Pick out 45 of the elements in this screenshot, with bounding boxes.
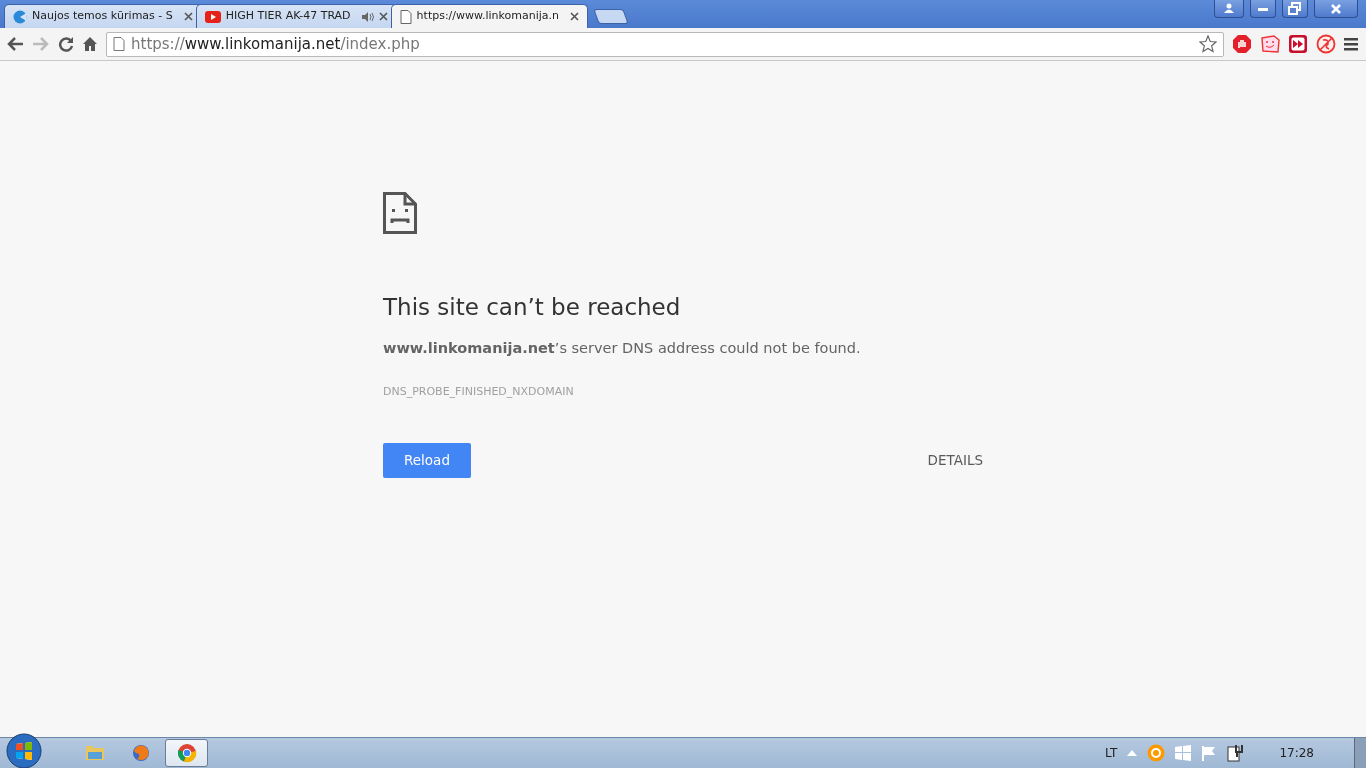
taskbar-button[interactable]	[165, 739, 208, 767]
close-icon[interactable]	[183, 12, 193, 21]
pacman-icon	[13, 9, 27, 24]
tab-title: Naujos temos kūrimas - S	[32, 8, 173, 25]
tab-title: HIGH TIER AK-47 TRAD	[225, 8, 351, 25]
tab-title: https://www.linkomanija.n	[416, 8, 560, 25]
fast-forward-icon[interactable]	[1288, 34, 1308, 54]
folder-icon	[84, 743, 105, 763]
start-button[interactable]	[6, 732, 42, 768]
address-bar[interactable]: https://www.linkomanija.net/index.php	[106, 31, 1224, 57]
close-button[interactable]	[1314, 0, 1358, 18]
account-icon	[1222, 2, 1236, 15]
fox-globe-icon	[130, 743, 151, 763]
restore-icon	[1288, 2, 1302, 15]
chrome-icon	[176, 743, 197, 763]
menu-icon[interactable]	[1344, 37, 1360, 51]
url-text: https://www.linkomanija.net/index.php	[131, 33, 420, 55]
new-tab-button[interactable]	[593, 9, 629, 24]
close-icon[interactable]	[378, 12, 388, 21]
account-button[interactable]	[1214, 0, 1244, 18]
error-code: DNS_PROBE_FINISHED_NXDOMAIN	[383, 384, 575, 401]
speaker-icon	[361, 11, 374, 22]
error-message: www.linkomanija.net’s server DNS address could not be found.	[383, 338, 862, 358]
details-button[interactable]: DETAILS	[927, 450, 983, 471]
page-icon	[399, 9, 412, 24]
sad-page-icon	[383, 192, 417, 234]
crossed-circle-icon[interactable]	[1316, 34, 1336, 54]
language-indicator[interactable]: LT	[1105, 744, 1118, 762]
back-icon[interactable]	[6, 36, 24, 52]
home-icon[interactable]	[82, 36, 98, 52]
smiley-sticker-icon[interactable]	[1260, 34, 1280, 54]
video-play-icon	[204, 10, 221, 23]
power-plug-icon[interactable]	[1227, 744, 1244, 762]
restore-button[interactable]	[1282, 0, 1308, 18]
tab[interactable]: https://www.linkomanija.n	[390, 4, 589, 28]
close-icon[interactable]	[570, 12, 580, 21]
error-heading: This site can’t be reached	[383, 294, 682, 322]
reload-icon[interactable]	[58, 36, 74, 52]
page-icon	[113, 37, 125, 51]
reload-button[interactable]: Reload	[383, 442, 471, 478]
close-icon	[1329, 2, 1343, 15]
stop-hand-icon[interactable]	[1232, 34, 1252, 54]
clock[interactable]: 17:28	[1279, 744, 1314, 762]
minimize-button[interactable]	[1250, 0, 1276, 18]
star-icon[interactable]	[1199, 35, 1217, 53]
